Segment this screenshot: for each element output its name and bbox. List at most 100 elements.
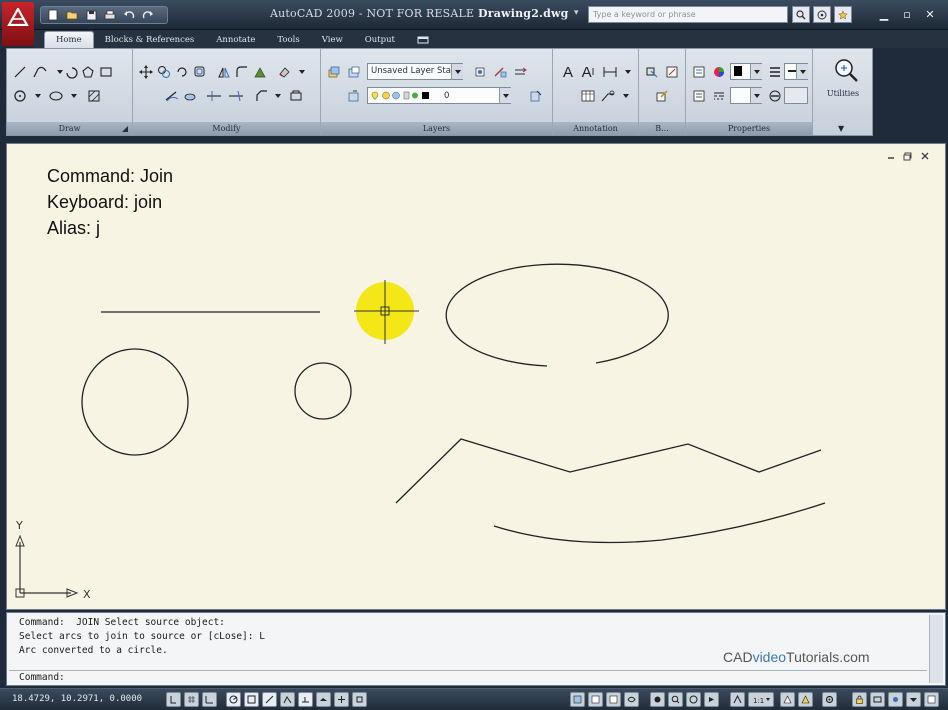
polyline-entity[interactable]	[395, 438, 822, 504]
redo-icon[interactable]	[140, 9, 156, 21]
extend-icon[interactable]	[227, 87, 245, 105]
polygon-icon[interactable]	[79, 63, 97, 81]
search-icon[interactable]	[792, 6, 810, 23]
polyline-icon[interactable]	[31, 63, 49, 81]
chevron-down-icon[interactable]	[29, 87, 47, 105]
multiline-text-icon[interactable]: A	[559, 63, 577, 81]
circle-icon[interactable]	[11, 87, 29, 105]
chevron-down-icon[interactable]	[293, 63, 311, 81]
chevron-down-icon[interactable]	[499, 88, 511, 103]
isolate-objects-icon[interactable]	[888, 692, 903, 707]
show-lineweight-icon[interactable]	[316, 692, 331, 707]
tab-blocks-references[interactable]: Blocks & References	[94, 31, 206, 48]
chevron-down-icon[interactable]	[269, 87, 287, 105]
lineweight-icon[interactable]	[766, 63, 784, 81]
communication-center-icon[interactable]	[813, 6, 831, 23]
layers-panel-label[interactable]: Layers	[321, 122, 552, 135]
layout-icon[interactable]	[606, 692, 621, 707]
lock-icon[interactable]	[852, 692, 867, 707]
move-icon[interactable]	[137, 63, 155, 81]
spline-entity[interactable]	[493, 502, 826, 544]
tab-view[interactable]: View	[311, 31, 354, 48]
transparency-icon[interactable]	[766, 87, 784, 105]
copy-icon[interactable]	[155, 63, 173, 81]
scale-icon[interactable]	[181, 87, 199, 105]
rectangle-icon[interactable]	[97, 63, 115, 81]
annotation-scale-icon[interactable]	[730, 692, 745, 707]
save-icon[interactable]	[83, 9, 99, 21]
single-line-text-icon[interactable]: AI	[579, 63, 597, 81]
chevron-down-icon[interactable]	[796, 64, 808, 79]
ortho-mode-icon[interactable]	[202, 692, 217, 707]
layer-match-icon[interactable]	[491, 63, 509, 81]
elliptical-arc-entity[interactable]	[445, 263, 669, 367]
layer-walk-icon[interactable]	[511, 63, 529, 81]
block-panel-label[interactable]: B...	[639, 122, 685, 135]
annotation-scale-select[interactable]: 1:1	[748, 692, 774, 707]
steering-wheel-icon[interactable]	[686, 692, 701, 707]
chevron-down-icon[interactable]	[619, 63, 637, 81]
pan-icon[interactable]	[650, 692, 665, 707]
ellipse-icon[interactable]	[47, 87, 65, 105]
zoom-icon[interactable]	[668, 692, 683, 707]
panel-expand-icon[interactable]	[121, 125, 129, 133]
layer-states-icon[interactable]	[345, 63, 363, 81]
clean-screen-icon[interactable]	[924, 692, 939, 707]
array-icon[interactable]	[251, 63, 269, 81]
coordinate-readout[interactable]: 18.4729, 10.2971, 0.0000	[12, 694, 142, 704]
selection-cycling-icon[interactable]	[352, 692, 367, 707]
showmotion-icon[interactable]	[704, 692, 719, 707]
dynamic-ucs-icon[interactable]	[280, 692, 295, 707]
chevron-down-icon[interactable]	[750, 88, 762, 103]
hardware-acceleration-icon[interactable]	[870, 692, 885, 707]
list-icon[interactable]	[690, 87, 708, 105]
maximize-icon[interactable]: ▫	[897, 6, 917, 22]
chevron-down-icon[interactable]	[750, 64, 762, 79]
properties-panel-label[interactable]: Properties	[686, 122, 812, 135]
chevron-down-icon[interactable]	[617, 87, 635, 105]
chevron-down-icon[interactable]: ▼	[838, 124, 844, 133]
drawing-area[interactable]: Command: Join Keyboard: join Alias: j Y …	[6, 143, 946, 610]
table-icon[interactable]	[579, 87, 597, 105]
quick-view-icon[interactable]	[624, 692, 639, 707]
layer-previous-icon[interactable]	[345, 87, 363, 105]
layout-icon[interactable]	[588, 692, 603, 707]
dynamic-input-icon[interactable]	[298, 692, 313, 707]
stretch-icon[interactable]	[163, 87, 181, 105]
create-block-icon[interactable]	[663, 63, 681, 81]
plot-style-select[interactable]	[784, 87, 808, 104]
color-wheel-icon[interactable]	[710, 63, 728, 81]
explode-icon[interactable]	[287, 87, 305, 105]
ribbon-minimize-icon[interactable]	[406, 31, 440, 48]
workspace-switching-icon[interactable]	[822, 692, 837, 707]
undo-icon[interactable]	[121, 9, 137, 21]
command-scrollbar[interactable]	[929, 615, 943, 683]
annotation-visibility-icon[interactable]	[780, 692, 795, 707]
match-properties-icon[interactable]	[690, 63, 708, 81]
modify-panel-label[interactable]: Modify	[133, 122, 320, 135]
layer-properties-icon[interactable]	[325, 63, 343, 81]
mirror-icon[interactable]	[215, 63, 233, 81]
minimize-icon[interactable]: ▁	[874, 6, 894, 22]
open-icon[interactable]	[64, 9, 80, 21]
tab-tools[interactable]: Tools	[266, 31, 310, 48]
zoom-icon[interactable]	[833, 57, 859, 83]
auto-scale-icon[interactable]	[798, 692, 813, 707]
grid-display-icon[interactable]	[184, 692, 199, 707]
layer-state-select[interactable]: Unsaved Layer State	[367, 63, 463, 80]
layer-freeze-icon[interactable]	[527, 87, 545, 105]
current-layer-select[interactable]: 0	[367, 87, 511, 104]
multileader-icon[interactable]	[599, 87, 617, 105]
model-space-icon[interactable]	[570, 692, 585, 707]
search-input[interactable]: Type a keyword or phrase	[588, 6, 788, 23]
close-icon[interactable]: ✕	[920, 6, 940, 22]
line-icon[interactable]	[11, 63, 29, 81]
utilities-label[interactable]: Utilities	[813, 89, 873, 98]
status-menu-icon[interactable]	[906, 692, 921, 707]
linear-dimension-icon[interactable]	[601, 63, 619, 81]
chevron-down-icon[interactable]	[451, 64, 463, 79]
offset-icon[interactable]	[191, 63, 209, 81]
linetype-icon[interactable]	[710, 87, 728, 105]
object-snap-icon[interactable]	[244, 692, 259, 707]
plot-icon[interactable]	[102, 9, 118, 21]
